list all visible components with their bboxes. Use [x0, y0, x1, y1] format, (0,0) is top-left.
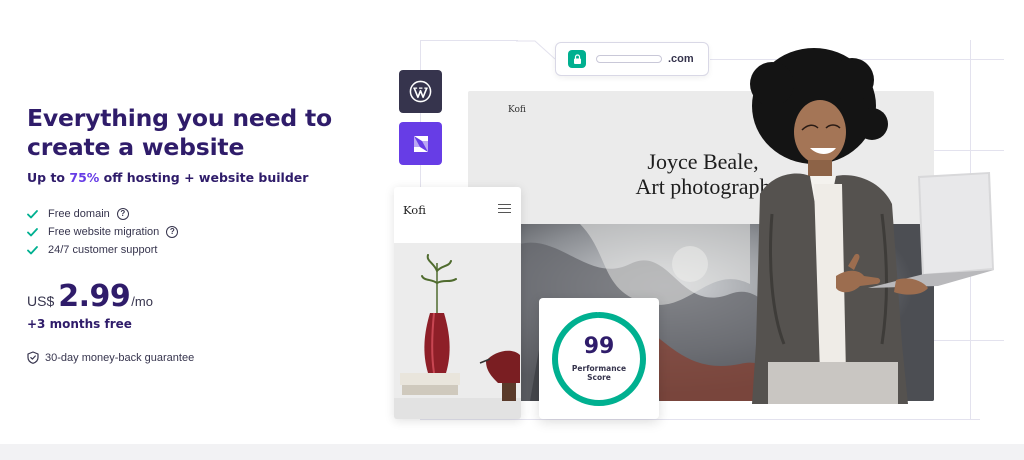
price-display: US$ 2.99 /mo	[27, 279, 357, 314]
feature-label: Free website migration	[48, 226, 160, 238]
subline-suffix: off hosting + website builder	[99, 170, 309, 185]
hero-headline: Everything you need to create a website	[27, 104, 357, 162]
feature-item-support: 24/7 customer support	[27, 241, 357, 259]
shield-check-icon	[27, 351, 39, 364]
grid-connector	[516, 40, 556, 60]
hero-copy: Everything you need to create a website …	[27, 104, 357, 364]
performance-score-label: Performance Score	[539, 364, 659, 382]
discount-percent: 75%	[69, 170, 100, 185]
price-period: /mo	[131, 294, 153, 309]
score-label-line-2: Score	[587, 373, 611, 382]
price-currency: US$	[27, 293, 55, 309]
help-icon[interactable]: ?	[166, 226, 179, 238]
help-icon[interactable]: ?	[116, 208, 129, 220]
feature-item-free-domain: Free domain ?	[27, 205, 357, 223]
price-amount: 2.99	[58, 279, 131, 314]
grid-line	[420, 419, 980, 420]
website-preview-mobile: Kofi	[394, 187, 521, 419]
feature-label: Free domain	[48, 208, 110, 220]
hero-subline: Up to 75% off hosting + website builder	[27, 170, 357, 185]
url-placeholder-line	[596, 55, 662, 63]
headline-line-2: create a website	[27, 133, 245, 161]
subline-prefix: Up to	[27, 170, 70, 185]
bonus-offer: +3 months free	[27, 317, 132, 331]
guarantee-text: 30-day money-back guarantee	[45, 351, 195, 364]
url-bar: .com	[555, 42, 709, 76]
wordpress-icon	[409, 80, 432, 103]
score-ring	[552, 312, 646, 406]
person-with-laptop-photo	[750, 48, 994, 404]
website-builder-icon	[413, 135, 428, 152]
feature-list: Free domain ? Free website migration ? 2…	[27, 205, 357, 259]
performance-score-card: 99 Performance Score	[539, 298, 659, 419]
check-icon	[27, 209, 40, 219]
url-suffix: .com	[668, 53, 694, 65]
performance-score-value: 99	[583, 334, 615, 359]
score-label-line-1: Performance	[571, 364, 627, 373]
site-brand: Kofi	[508, 105, 526, 115]
grid-line	[420, 40, 518, 41]
feature-label: 24/7 customer support	[48, 244, 158, 256]
check-icon	[27, 227, 40, 237]
wordpress-tile	[399, 70, 442, 113]
money-back-guarantee: 30-day money-back guarantee	[27, 351, 357, 364]
hamburger-menu-icon	[498, 204, 511, 216]
headline-line-1: Everything you need to	[27, 104, 332, 132]
feature-item-free-migration: Free website migration ?	[27, 223, 357, 241]
mobile-hero-image	[394, 243, 521, 419]
website-builder-tile	[399, 122, 442, 165]
section-divider	[0, 444, 1024, 460]
check-icon	[27, 245, 40, 255]
mobile-site-brand: Kofi	[403, 203, 426, 217]
lock-icon	[568, 50, 586, 68]
